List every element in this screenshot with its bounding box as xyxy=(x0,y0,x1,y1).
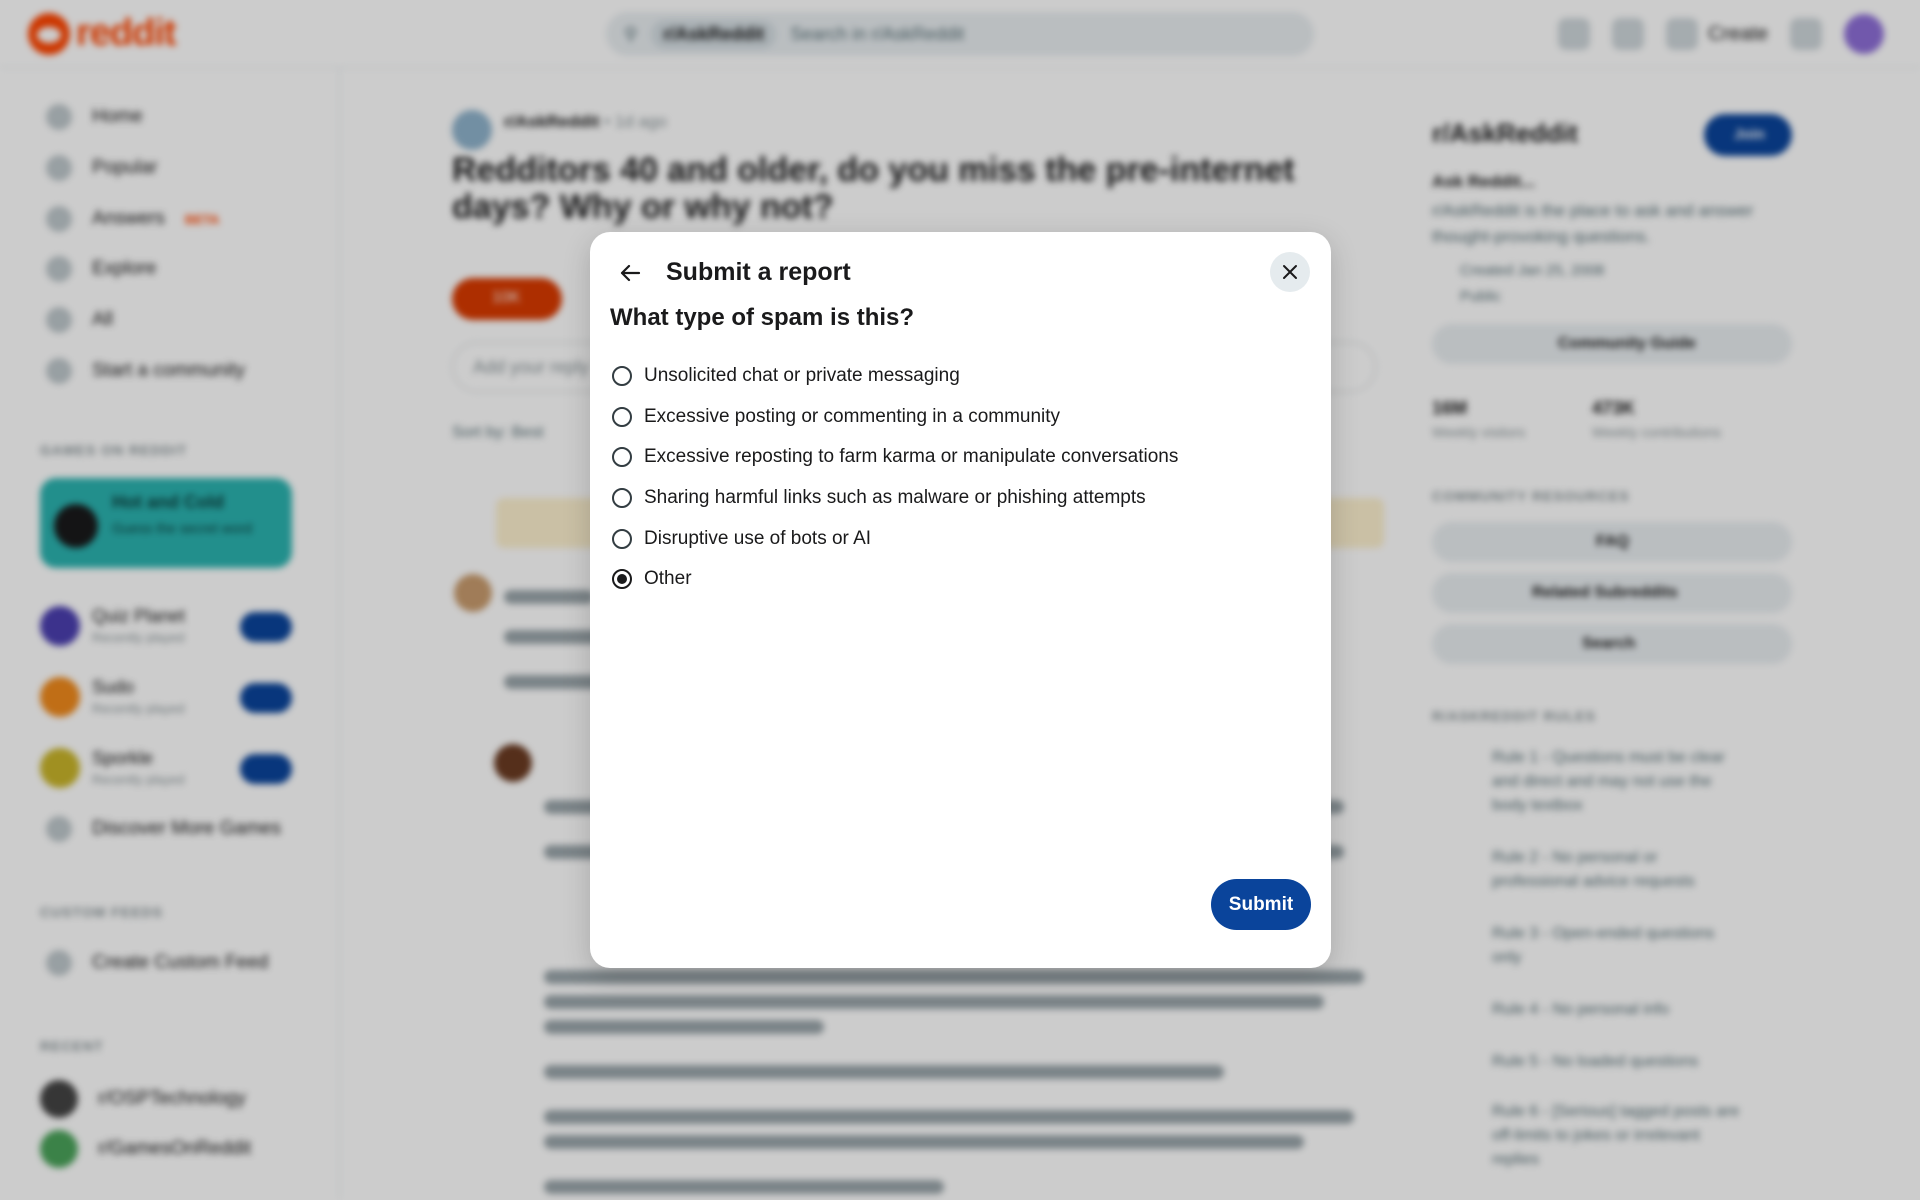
modal-title: Submit a report xyxy=(666,258,851,286)
option-label: Excessive reposting to farm karma or man… xyxy=(644,446,1179,467)
option-label: Excessive posting or commenting in a com… xyxy=(644,406,1061,427)
close-button[interactable] xyxy=(1270,252,1310,292)
report-option-excessive-reposting[interactable]: Excessive reposting to farm karma or man… xyxy=(612,445,1178,469)
option-label: Other xyxy=(644,568,692,589)
report-option-unsolicited-chat[interactable]: Unsolicited chat or private messaging xyxy=(612,364,960,388)
back-button[interactable] xyxy=(612,255,648,291)
report-option-harmful-links[interactable]: Sharing harmful links such as malware or… xyxy=(612,486,1146,510)
report-option-other[interactable]: Other xyxy=(612,567,692,591)
close-icon xyxy=(1283,265,1297,279)
submit-button[interactable]: Submit xyxy=(1211,879,1311,930)
radio-button[interactable] xyxy=(612,488,632,508)
arrow-left-icon xyxy=(620,264,641,282)
radio-button[interactable] xyxy=(612,447,632,467)
option-label: Sharing harmful links such as malware or… xyxy=(644,487,1146,508)
report-question: What type of spam is this? xyxy=(610,304,915,331)
option-label: Disruptive use of bots or AI xyxy=(644,528,872,549)
report-option-excessive-posting[interactable]: Excessive posting or commenting in a com… xyxy=(612,405,1060,429)
radio-button-selected[interactable] xyxy=(612,569,632,589)
radio-button[interactable] xyxy=(612,529,632,549)
report-modal xyxy=(590,232,1331,968)
radio-button[interactable] xyxy=(612,366,632,386)
radio-button[interactable] xyxy=(612,407,632,427)
option-label: Unsolicited chat or private messaging xyxy=(644,365,960,386)
report-option-bots-ai[interactable]: Disruptive use of bots or AI xyxy=(612,527,871,551)
